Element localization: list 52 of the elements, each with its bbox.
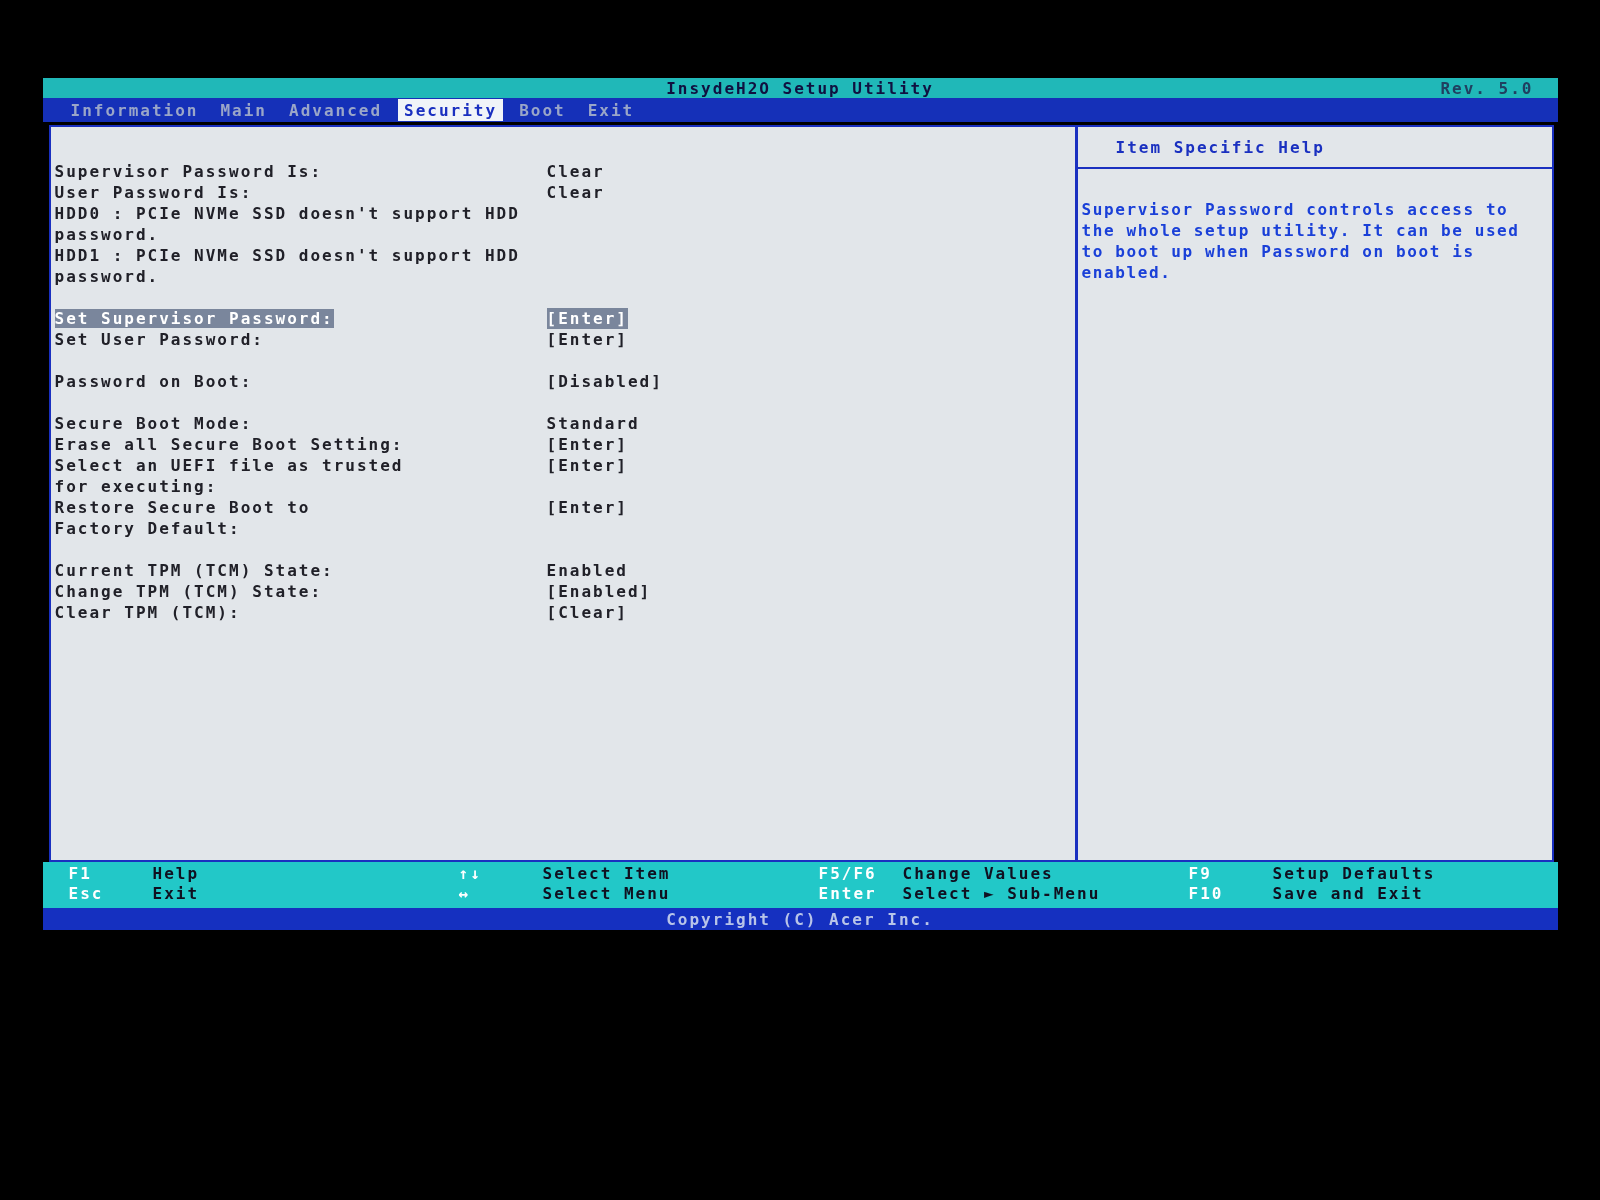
key-label: Esc bbox=[68, 884, 105, 904]
key-action: Select Item bbox=[542, 864, 671, 884]
key-action: Setup Defaults bbox=[1272, 864, 1436, 884]
help-text: Supervisor Password controls access to the whole setup utility. It can be used to boot up when Password on boot is enabled. bbox=[1081, 199, 1521, 283]
key-action: Change Values bbox=[902, 864, 1054, 884]
setting-value: Standard bbox=[546, 413, 640, 434]
setting-value: [Disabled] bbox=[546, 371, 663, 392]
setting-value: [Enabled] bbox=[546, 581, 652, 602]
setting-label[interactable]: Change TPM (TCM) State: bbox=[54, 581, 547, 602]
help-title: Item Specific Help bbox=[1077, 127, 1552, 169]
window-title: InsydeH2O Setup Utility bbox=[666, 78, 934, 98]
copyright-text: Copyright (C) Acer Inc. bbox=[666, 909, 934, 929]
setting-value: [Enter] bbox=[546, 455, 628, 476]
key-label: F9 bbox=[1188, 864, 1213, 884]
setting-value: Clear bbox=[546, 161, 605, 182]
key-action: Select Menu bbox=[542, 884, 671, 904]
setting-label[interactable]: Secure Boot Mode: bbox=[54, 413, 547, 434]
setting-label[interactable]: Password on Boot: bbox=[54, 371, 547, 392]
setting-value: [Enter] bbox=[546, 308, 628, 329]
key-label: F1 bbox=[68, 864, 93, 884]
setting-value: [Enter] bbox=[546, 329, 628, 350]
setting-label[interactable]: User Password Is: bbox=[54, 182, 547, 203]
menu-tab[interactable]: Main bbox=[214, 99, 273, 121]
setting-value: [Enter] bbox=[546, 434, 628, 455]
setting-value: Clear bbox=[546, 182, 605, 203]
setting-value: [Enter] bbox=[546, 497, 628, 518]
setting-label[interactable]: Restore Secure Boot to Factory Default: bbox=[54, 497, 547, 539]
setting-label: HDD0 : PCIe NVMe SSD doesn't support HDD password. bbox=[54, 203, 521, 245]
key-label: F5/F6 bbox=[818, 864, 878, 884]
key-label: F10 bbox=[1188, 884, 1225, 904]
key-label: ↔ bbox=[458, 884, 472, 904]
setting-label[interactable]: Current TPM (TCM) State: bbox=[54, 560, 547, 581]
setting-label[interactable]: Erase all Secure Boot Setting: bbox=[54, 434, 547, 455]
key-label: ↑↓ bbox=[458, 864, 483, 884]
key-label: Enter bbox=[818, 884, 878, 904]
menu-tab[interactable]: Advanced bbox=[283, 99, 389, 121]
menu-tab[interactable]: Boot bbox=[513, 99, 572, 121]
menu-tab[interactable]: Information bbox=[64, 99, 205, 121]
key-action: Help bbox=[152, 864, 200, 884]
menu-tab[interactable]: Security bbox=[398, 99, 504, 121]
key-action: Select ► Sub-Menu bbox=[902, 884, 1101, 904]
setting-label: HDD1 : PCIe NVMe SSD doesn't support HDD password. bbox=[54, 245, 521, 287]
revision-label: Rev. 5.0 bbox=[1440, 79, 1534, 98]
setting-label[interactable]: Select an UEFI file as trusted for executing: bbox=[54, 455, 547, 497]
menu-tab[interactable]: Exit bbox=[581, 99, 641, 121]
key-action: Save and Exit bbox=[1272, 884, 1424, 904]
setting-value: Enabled bbox=[546, 560, 628, 581]
setting-label[interactable]: Supervisor Password Is: bbox=[54, 161, 547, 182]
setting-value: [Clear] bbox=[546, 602, 628, 623]
setting-label[interactable]: Set User Password: bbox=[54, 329, 547, 350]
setting-label[interactable]: Clear TPM (TCM): bbox=[54, 602, 547, 623]
key-action: Exit bbox=[152, 884, 200, 904]
